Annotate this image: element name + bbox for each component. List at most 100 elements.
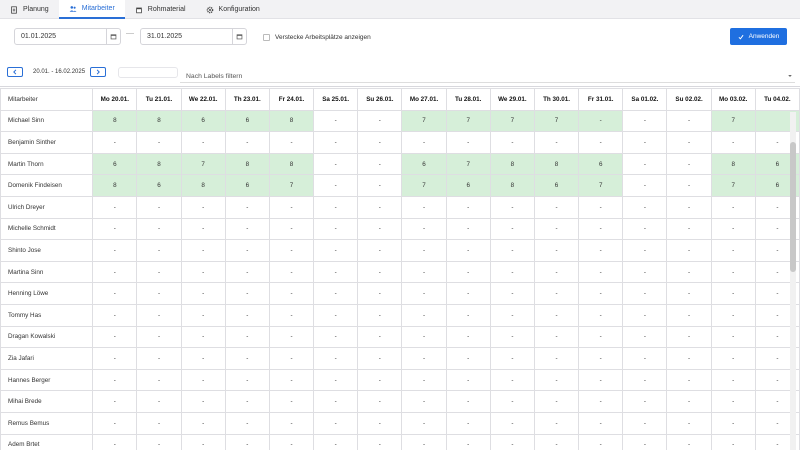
schedule-cell[interactable]: - [136,368,182,392]
schedule-cell[interactable]: - [180,325,226,349]
schedule-cell[interactable]: - [224,260,270,284]
schedule-cell[interactable]: - [489,217,535,241]
schedule-cell[interactable]: - [578,195,624,219]
schedule-cell[interactable]: - [180,195,226,219]
schedule-cell[interactable]: 7 [445,109,491,133]
schedule-cell[interactable]: - [666,152,712,176]
prev-week-button[interactable] [7,67,23,77]
schedule-cell[interactable]: - [136,433,182,450]
schedule-cell[interactable]: - [445,131,491,154]
schedule-cell[interactable]: - [268,131,315,154]
schedule-cell[interactable]: 8 [489,174,535,197]
schedule-cell[interactable]: - [268,411,315,435]
schedule-cell[interactable]: - [622,347,668,370]
schedule-cell[interactable]: - [710,347,756,370]
schedule-cell[interactable]: - [357,217,403,241]
schedule-cell[interactable]: - [357,433,403,450]
schedule-cell[interactable]: - [401,368,447,392]
schedule-cell[interactable]: - [445,217,491,241]
schedule-cell[interactable]: - [357,368,403,392]
schedule-cell[interactable]: - [180,411,226,435]
schedule-cell[interactable]: - [92,195,138,219]
schedule-cell[interactable]: - [401,260,447,284]
schedule-cell[interactable]: - [666,217,712,241]
schedule-cell[interactable]: - [180,239,226,262]
schedule-cell[interactable]: 6 [136,174,182,197]
schedule-cell[interactable]: - [489,347,535,370]
schedule-cell[interactable]: - [357,109,403,133]
schedule-cell[interactable]: - [401,239,447,262]
schedule-cell[interactable]: - [666,260,712,284]
schedule-cell[interactable]: - [489,411,535,435]
schedule-cell[interactable]: - [92,325,138,349]
schedule-cell[interactable]: - [533,433,580,450]
schedule-cell[interactable]: - [533,368,580,392]
schedule-cell[interactable]: - [401,411,447,435]
schedule-cell[interactable]: - [622,195,668,219]
schedule-cell[interactable]: - [445,368,491,392]
schedule-cell[interactable]: - [224,239,270,262]
schedule-cell[interactable]: - [533,282,580,305]
schedule-cell[interactable]: - [180,131,226,154]
schedule-cell[interactable]: - [710,390,756,413]
schedule-cell[interactable]: - [313,282,359,305]
schedule-cell[interactable]: - [92,260,138,284]
schedule-cell[interactable]: - [92,368,138,392]
schedule-cell[interactable]: - [313,433,359,450]
schedule-cell[interactable]: - [224,282,270,305]
apply-button[interactable]: Anwenden [730,28,787,45]
label-filter-select[interactable]: Nach Labels filtern [180,70,795,83]
schedule-cell[interactable]: - [445,433,491,450]
schedule-cell[interactable]: - [136,411,182,435]
schedule-cell[interactable]: - [666,411,712,435]
schedule-cell[interactable]: - [357,239,403,262]
schedule-cell[interactable]: 7 [489,109,535,133]
schedule-cell[interactable]: - [489,195,535,219]
schedule-cell[interactable]: - [622,433,668,450]
schedule-cell[interactable]: - [313,217,359,241]
schedule-cell[interactable]: - [401,303,447,327]
schedule-cell[interactable]: 6 [401,152,447,176]
schedule-cell[interactable]: - [489,260,535,284]
schedule-cell[interactable]: - [489,368,535,392]
schedule-cell[interactable]: - [224,368,270,392]
schedule-cell[interactable]: - [622,303,668,327]
schedule-cell[interactable]: - [313,347,359,370]
schedule-cell[interactable]: - [268,325,315,349]
schedule-cell[interactable]: 8 [710,152,756,176]
schedule-cell[interactable]: 7 [533,109,580,133]
schedule-cell[interactable]: - [180,303,226,327]
schedule-cell[interactable]: - [710,411,756,435]
schedule-cell[interactable]: - [666,109,712,133]
schedule-cell[interactable]: - [180,347,226,370]
schedule-cell[interactable]: - [578,282,624,305]
schedule-cell[interactable]: 7 [401,174,447,197]
schedule-cell[interactable]: - [357,131,403,154]
schedule-cell[interactable]: - [357,260,403,284]
schedule-cell[interactable]: - [622,152,668,176]
schedule-cell[interactable]: - [622,282,668,305]
schedule-cell[interactable]: - [401,433,447,450]
schedule-cell[interactable]: - [401,325,447,349]
schedule-cell[interactable]: - [666,239,712,262]
schedule-cell[interactable]: 7 [268,174,315,197]
schedule-cell[interactable]: - [357,195,403,219]
schedule-cell[interactable]: - [92,390,138,413]
schedule-cell[interactable]: - [136,217,182,241]
schedule-cell[interactable]: - [357,174,403,197]
schedule-cell[interactable]: - [313,325,359,349]
schedule-cell[interactable]: - [533,239,580,262]
schedule-cell[interactable]: - [578,303,624,327]
schedule-cell[interactable]: 8 [489,152,535,176]
schedule-cell[interactable]: - [224,325,270,349]
schedule-cell[interactable]: - [666,325,712,349]
schedule-cell[interactable]: - [666,303,712,327]
schedule-cell[interactable]: - [533,217,580,241]
schedule-cell[interactable]: - [489,239,535,262]
schedule-cell[interactable]: - [489,303,535,327]
schedule-cell[interactable]: - [710,368,756,392]
schedule-cell[interactable]: - [357,303,403,327]
schedule-cell[interactable]: - [180,390,226,413]
schedule-cell[interactable]: - [92,282,138,305]
tab-konfiguration[interactable]: Konfiguration [196,0,270,19]
